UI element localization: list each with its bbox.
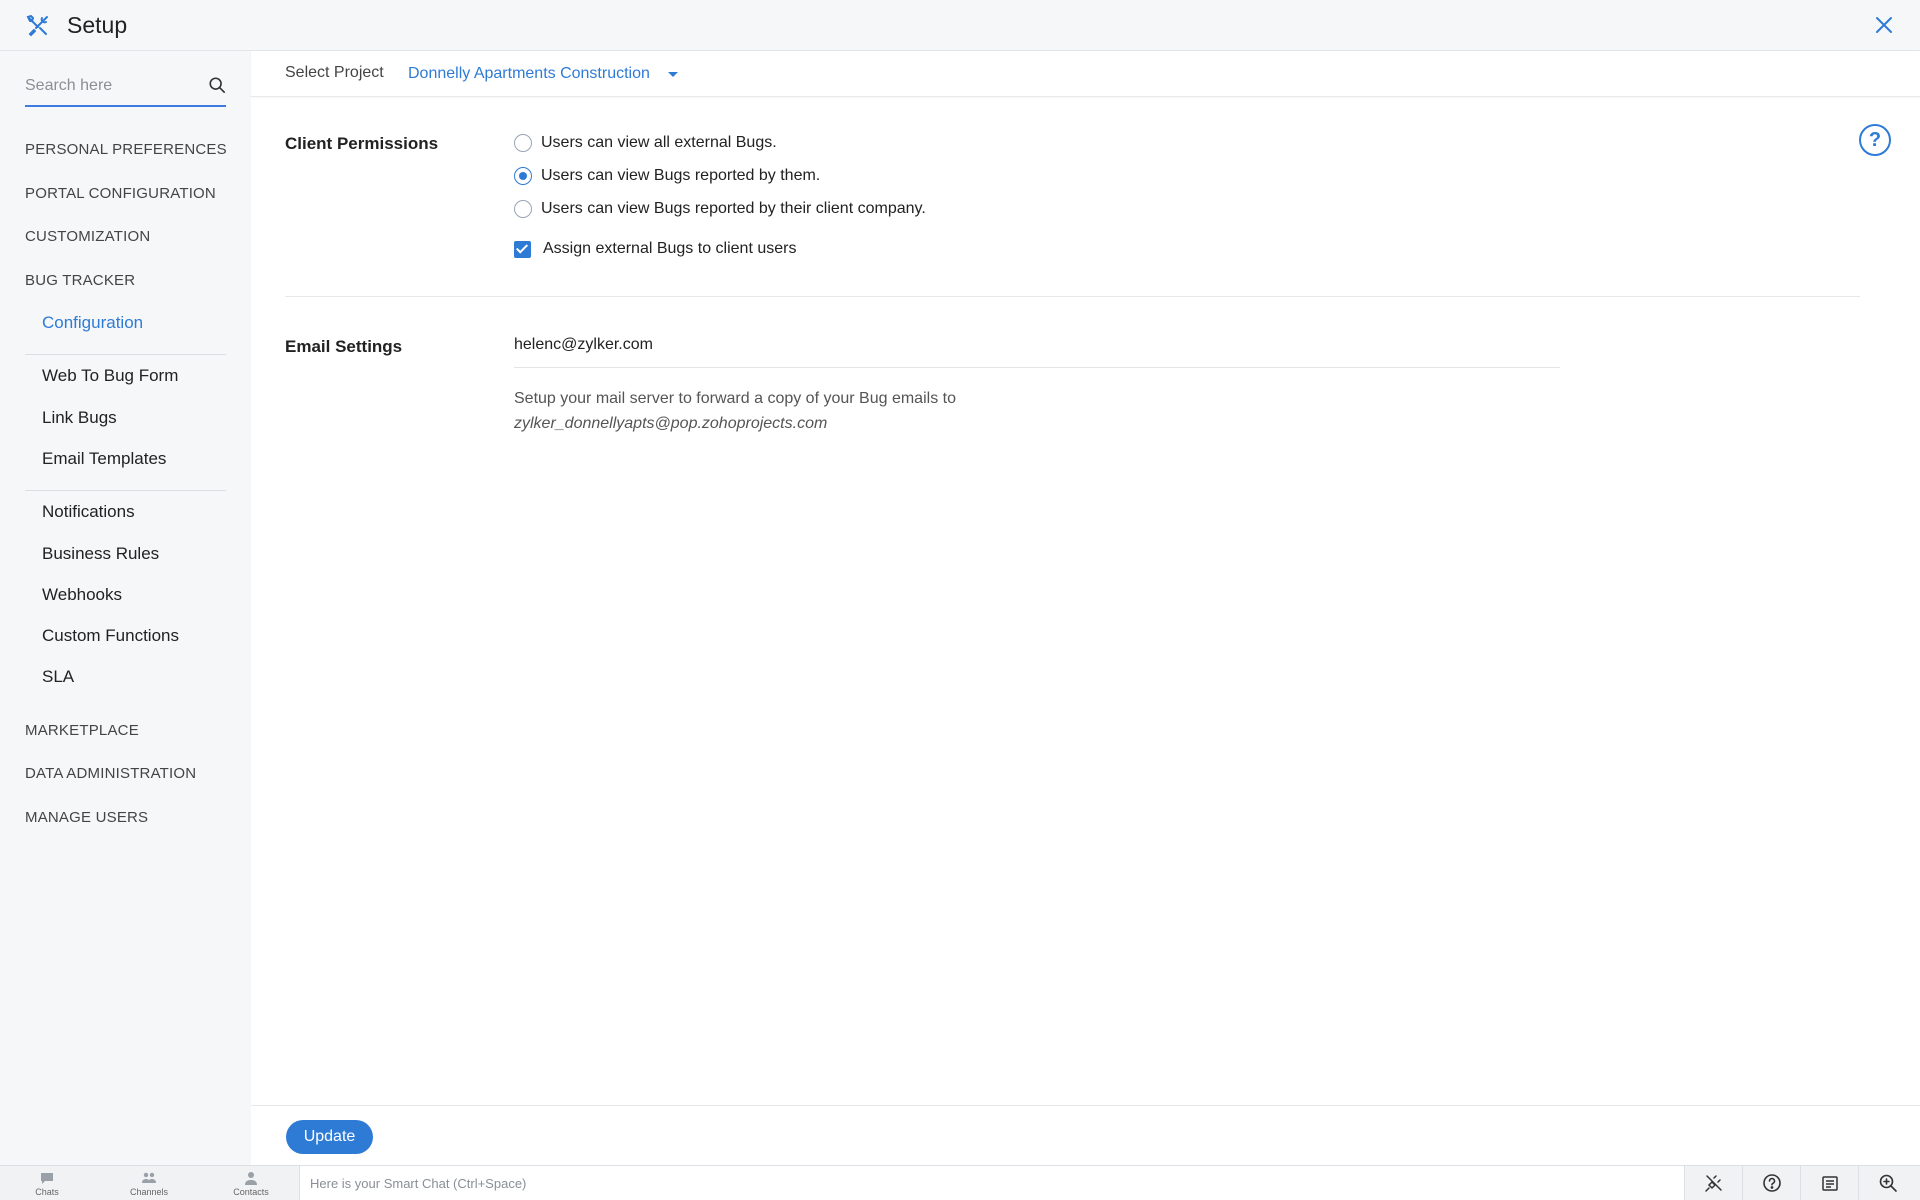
mail-forward-note: Setup your mail server to forward a copy… (514, 390, 956, 407)
search-icon[interactable] (208, 76, 226, 94)
notes-button[interactable] (1800, 1166, 1858, 1200)
close-icon[interactable] (1872, 13, 1896, 37)
radio-button-selected[interactable] (514, 167, 532, 185)
help-icon[interactable]: ? (1859, 124, 1891, 156)
plug-button[interactable] (1684, 1166, 1742, 1200)
project-selector-bar: Select Project Donnelly Apartments Const… (251, 51, 1920, 97)
sidebar-divider (25, 354, 226, 355)
help-button[interactable] (1742, 1166, 1800, 1200)
section-divider (285, 296, 1860, 297)
chevron-down-icon[interactable] (668, 72, 678, 77)
radio-button[interactable] (514, 200, 532, 218)
chat-tab-chats[interactable]: Chats (17, 1170, 77, 1197)
checkbox-label: Assign external Bugs to client users (543, 240, 797, 257)
checkbox-checked[interactable] (514, 240, 531, 258)
sidebar-item-sla[interactable]: SLA (42, 667, 74, 687)
radio-option-reported-by-them[interactable]: Users can view Bugs reported by them. (514, 165, 820, 187)
sidebar-item-configuration[interactable]: Configuration (42, 313, 143, 333)
radio-label: Users can view all external Bugs. (541, 134, 777, 151)
radio-label: Users can view Bugs reported by their cl… (541, 200, 926, 217)
channels-group-icon (142, 1172, 156, 1183)
chat-tab-label: Contacts (233, 1187, 269, 1197)
email-settings-title: Email Settings (285, 337, 403, 356)
sidebar-item-webhooks[interactable]: Webhooks (42, 585, 122, 605)
sidebar-item-email-templates[interactable]: Email Templates (42, 449, 166, 469)
sidebar-section-personal-preferences[interactable]: PERSONAL PREFERENCES (25, 141, 227, 158)
search-contacts-button[interactable] (1858, 1166, 1916, 1200)
forward-email-address: zylker_donnellyapts@pop.zohoprojects.com (514, 415, 828, 432)
help-bubble-icon (1762, 1174, 1781, 1192)
zoom-search-icon (1879, 1174, 1897, 1192)
chat-bar: Chats Channels Contacts (0, 1165, 1920, 1200)
plug-disconnect-icon (1704, 1175, 1722, 1192)
sidebar-section-customization[interactable]: CUSTOMIZATION (25, 228, 150, 245)
sidebar-item-link-bugs[interactable]: Link Bugs (42, 408, 117, 428)
chat-tab-label: Channels (129, 1187, 169, 1197)
smart-chat-input[interactable] (299, 1166, 1684, 1200)
top-bar: Setup (0, 0, 1920, 51)
chat-tab-label: Chats (35, 1187, 59, 1197)
search-input[interactable] (25, 74, 195, 98)
footer-divider (251, 1105, 1920, 1106)
select-project-label: Select Project (285, 64, 384, 81)
radio-label: Users can view Bugs reported by them. (541, 167, 821, 184)
radio-option-client-company[interactable]: Users can view Bugs reported by their cl… (514, 198, 926, 220)
project-dropdown[interactable]: Donnelly Apartments Construction (408, 65, 650, 83)
page-title: Setup (67, 12, 128, 38)
search-box (25, 68, 226, 107)
notepad-icon (1821, 1176, 1838, 1191)
sidebar-item-web-to-bug-form[interactable]: Web To Bug Form (42, 366, 178, 386)
update-button[interactable]: Update (286, 1120, 373, 1154)
chat-tab-contacts[interactable]: Contacts (221, 1170, 281, 1197)
chat-tab-channels[interactable]: Channels (119, 1170, 179, 1197)
radio-option-view-all[interactable]: Users can view all external Bugs. (514, 132, 777, 154)
sidebar-section-bug-tracker[interactable]: BUG TRACKER (25, 272, 135, 289)
sidebar-section-data-administration[interactable]: DATA ADMINISTRATION (25, 765, 196, 782)
sidebar-item-notifications[interactable]: Notifications (42, 502, 135, 522)
sidebar-section-manage-users[interactable]: MANAGE USERS (25, 809, 148, 826)
radio-button[interactable] (514, 134, 532, 152)
client-permissions-title: Client Permissions (285, 134, 439, 153)
sidebar-item-custom-functions[interactable]: Custom Functions (42, 626, 179, 646)
contact-person-icon (245, 1172, 257, 1185)
setup-tools-icon (26, 14, 48, 37)
sidebar: PERSONAL PREFERENCES PORTAL CONFIGURATIO… (0, 51, 251, 1165)
sidebar-section-marketplace[interactable]: MARKETPLACE (25, 722, 139, 739)
email-field[interactable]: helenc@zylker.com (514, 336, 1560, 368)
sidebar-section-portal-configuration[interactable]: PORTAL CONFIGURATION (25, 185, 216, 202)
chat-bubble-icon (41, 1173, 53, 1184)
sidebar-divider (25, 490, 226, 491)
assign-external-bugs-checkbox-row[interactable]: Assign external Bugs to client users (514, 238, 796, 260)
sidebar-item-business-rules[interactable]: Business Rules (42, 544, 159, 564)
